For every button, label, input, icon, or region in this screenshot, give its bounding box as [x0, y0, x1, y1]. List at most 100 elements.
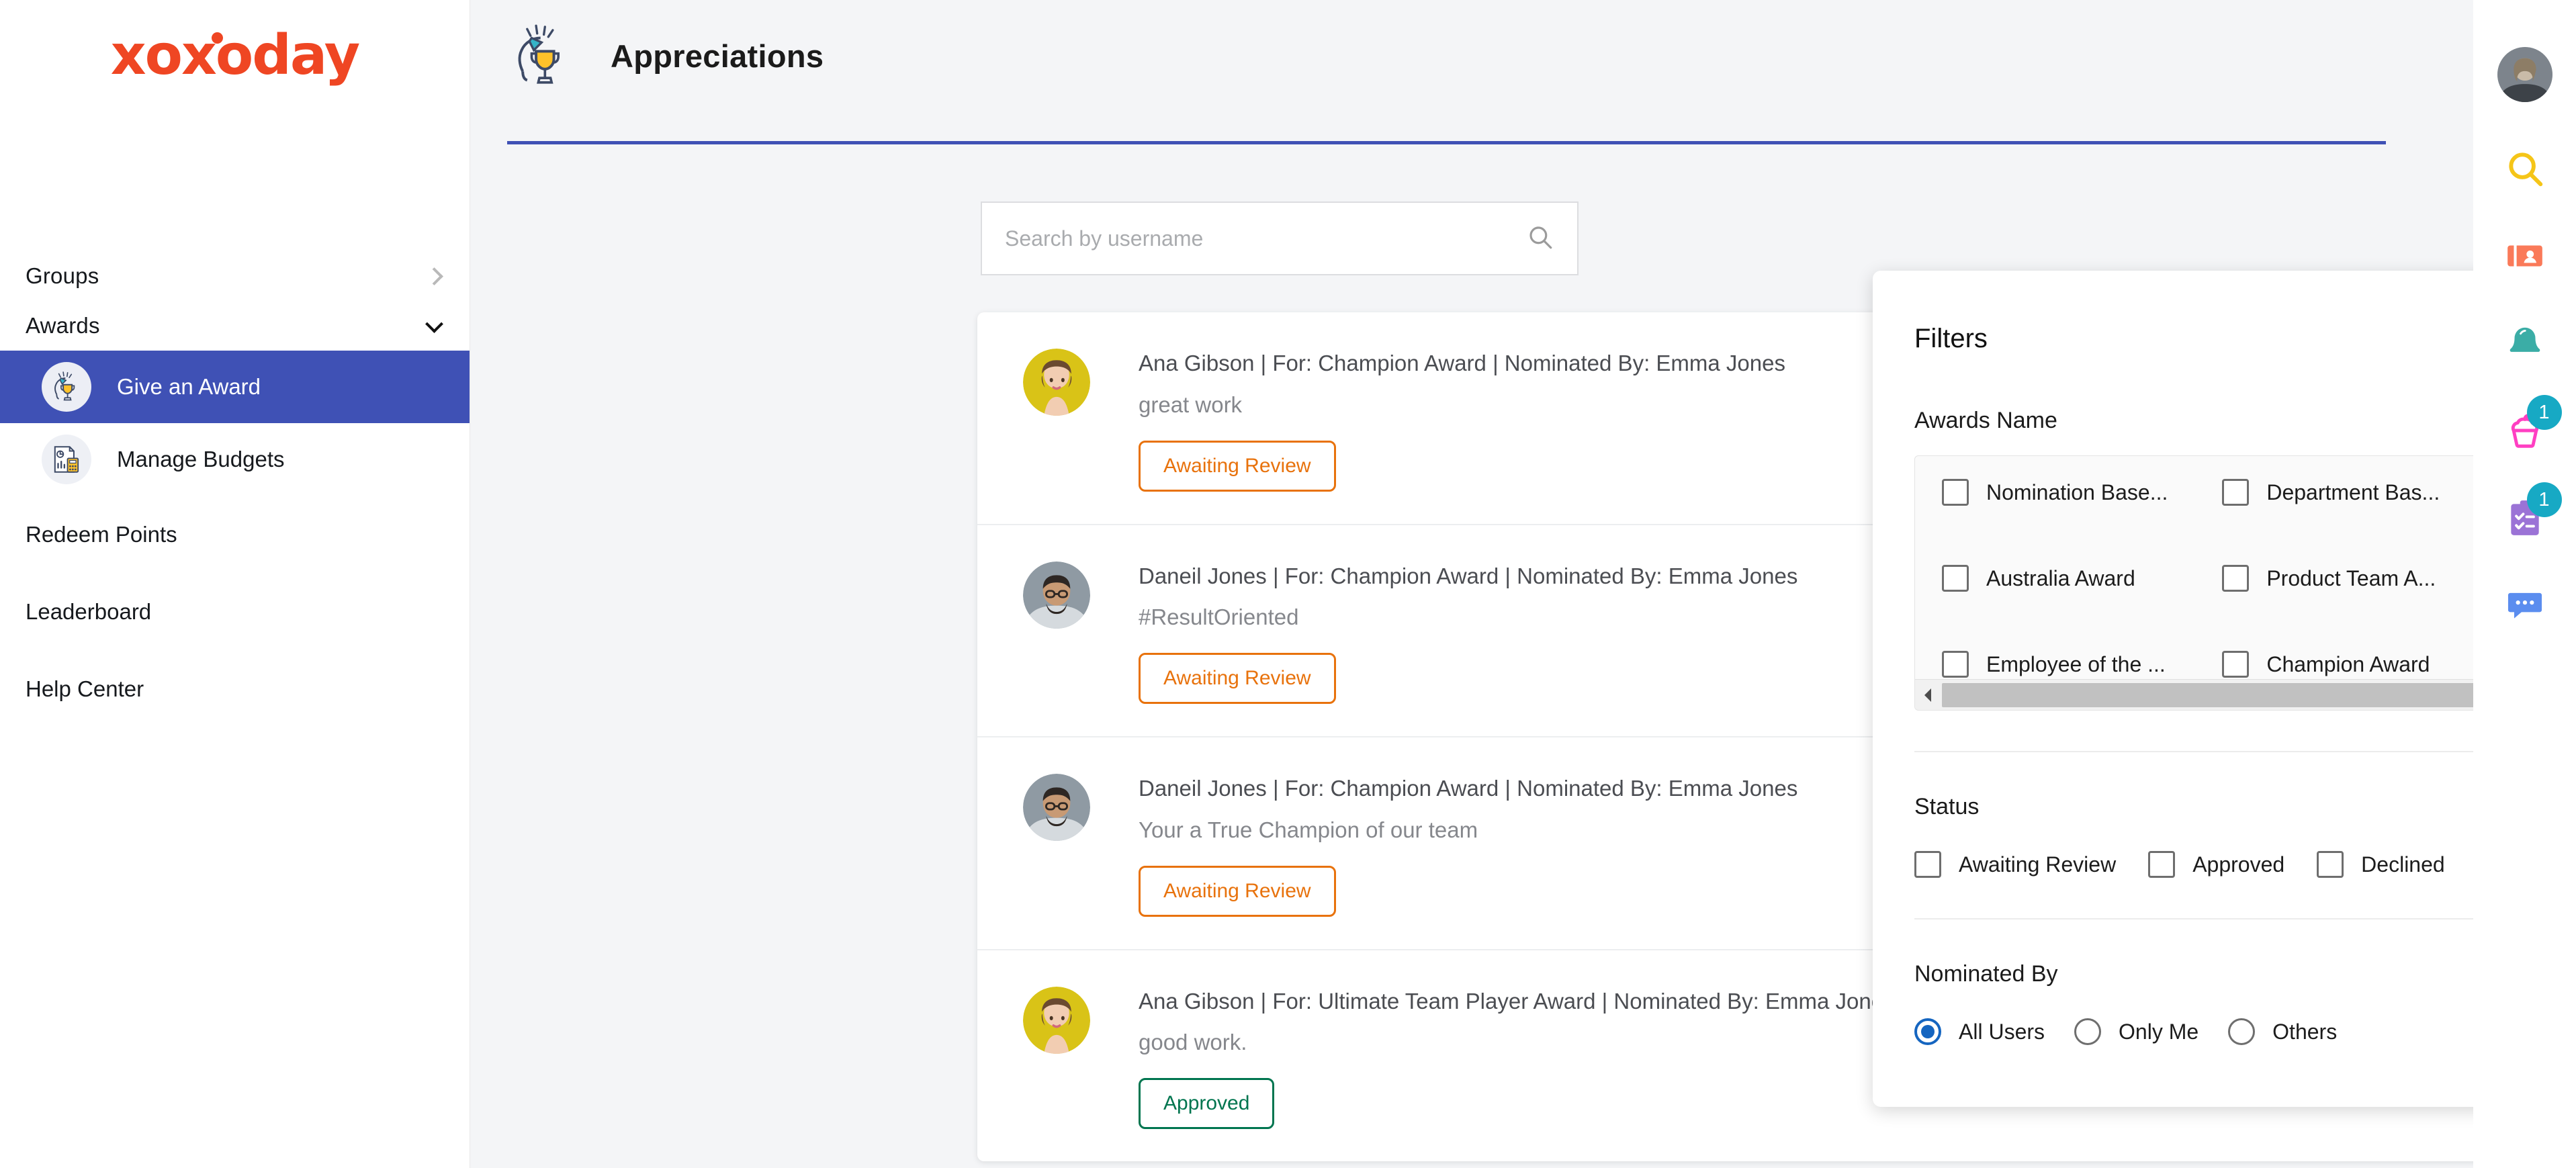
notification-badge: 1	[2526, 395, 2562, 430]
nominated-by-radio-label: Others	[2272, 1019, 2338, 1044]
awards-checkbox-label: Department Bas...	[2266, 480, 2440, 504]
page-title: Appreciations	[611, 38, 824, 74]
nominated-by-radio-item[interactable]: All Users	[1914, 1018, 2045, 1045]
chevron-down-icon	[427, 317, 444, 334]
sidebar-item-awards-label: Awards	[26, 313, 100, 338]
search-icon[interactable]	[2499, 148, 2551, 189]
checklist-icon[interactable]: 1	[2499, 482, 2562, 539]
budget-report-icon	[42, 435, 91, 484]
status-checkbox-item[interactable]: Approved	[2148, 851, 2284, 878]
checkbox-icon[interactable]	[1942, 565, 1969, 592]
header-divider	[507, 141, 2386, 144]
award-head-trophy-icon	[42, 362, 91, 412]
status-checkbox-item[interactable]: Awaiting Review	[1914, 851, 2116, 878]
contact-card-icon[interactable]	[2499, 235, 2551, 277]
bell-icon[interactable]	[2499, 322, 2551, 364]
awards-checkbox-label: Product Team A...	[2266, 566, 2436, 590]
radio-icon[interactable]	[2074, 1018, 2102, 1045]
radio-icon[interactable]	[2228, 1018, 2256, 1045]
sidebar-item-help-center[interactable]: Help Center	[0, 650, 470, 727]
status-checkbox-label: Awaiting Review	[1959, 852, 2117, 877]
awards-checkbox-item[interactable]: Employee of the ...	[1942, 651, 2222, 678]
nominated-by-radio-label: All Users	[1959, 1019, 2045, 1044]
awards-checkbox-label: Nomination Base...	[1986, 480, 2168, 504]
status-badge[interactable]: Awaiting Review	[1139, 865, 1336, 917]
app-root: xoxoday Groups Awards Give an Award Mana…	[0, 0, 2576, 1168]
right-rail: 1 1	[2473, 0, 2576, 1168]
sidebar-item-give-an-award[interactable]: Give an Award	[0, 351, 470, 423]
search-input[interactable]	[1005, 226, 1526, 251]
filter-divider	[1914, 751, 2473, 752]
horizontal-scroll-thumb[interactable]	[1942, 682, 2473, 707]
checkbox-icon[interactable]	[1942, 651, 1969, 678]
brand-logo[interactable]: xoxoday	[0, 0, 470, 83]
status-options: Awaiting Review Approved Declined	[1914, 851, 2473, 878]
status-checkbox-label: Declined	[2361, 852, 2445, 877]
sidebar-item-groups[interactable]: Groups	[0, 251, 470, 301]
award-head-trophy-icon	[507, 20, 578, 91]
checkbox-icon[interactable]	[2148, 851, 2176, 878]
status-badge[interactable]: Awaiting Review	[1139, 440, 1336, 492]
nominated-by-radio-label: Only Me	[2119, 1019, 2199, 1044]
search-icon[interactable]	[1526, 223, 1554, 255]
awards-checkbox-item[interactable]: Nomination Base...	[1942, 479, 2222, 506]
daneil-jones-avatar	[1023, 561, 1090, 629]
chevron-right-icon	[427, 267, 444, 285]
awards-name-grid: Nomination Base... Department Bas... Dep…	[1915, 456, 2473, 678]
logo-dot	[211, 32, 223, 44]
avatar[interactable]	[2497, 47, 2552, 102]
scroll-left-arrow-icon[interactable]	[1915, 680, 1941, 711]
main-content: Appreciations APPRECIATE	[470, 0, 2473, 1168]
page-header: Appreciations	[470, 0, 2473, 91]
chat-icon[interactable]	[2499, 584, 2551, 626]
awards-name-list[interactable]: Nomination Base... Department Bas... Dep…	[1914, 455, 2473, 711]
awards-checkbox-item[interactable]: Champion Award	[2222, 651, 2473, 678]
checkbox-icon[interactable]	[2317, 851, 2344, 878]
checkbox-icon[interactable]	[2222, 565, 2250, 592]
radio-icon[interactable]	[1914, 1018, 1941, 1045]
daneil-jones-avatar	[1023, 774, 1090, 842]
sidebar-item-leaderboard-label: Leaderboard	[26, 598, 152, 624]
nominated-by-radio-item[interactable]: Others	[2228, 1018, 2337, 1045]
sidebar-item-groups-label: Groups	[26, 263, 99, 288]
checkbox-icon[interactable]	[2222, 479, 2250, 506]
notification-badge: 1	[2526, 482, 2562, 517]
checkbox-icon[interactable]	[1914, 851, 1941, 878]
awards-list-horizontal-scrollbar[interactable]	[1915, 679, 2473, 710]
filter-divider	[1914, 918, 2473, 919]
nominated-by-radio-item[interactable]: Only Me	[2074, 1018, 2199, 1045]
sidebar-item-leaderboard[interactable]: Leaderboard	[0, 573, 470, 650]
checkbox-icon[interactable]	[1942, 479, 1969, 506]
awards-checkbox-label: Australia Award	[1986, 566, 2135, 590]
status-checkbox-item[interactable]: Declined	[2317, 851, 2445, 878]
sidebar-item-awards[interactable]: Awards	[0, 301, 470, 351]
awards-checkbox-item[interactable]: Product Team A...	[2222, 565, 2473, 592]
status-checkbox-label: Approved	[2192, 852, 2285, 877]
sidebar-item-give-an-award-label: Give an Award	[117, 374, 261, 399]
awards-checkbox-item[interactable]: Australia Award	[1942, 565, 2222, 592]
awards-name-label: Awards Name	[1914, 408, 2057, 433]
left-sidebar: xoxoday Groups Awards Give an Award Mana…	[0, 0, 470, 1168]
search-box[interactable]	[981, 201, 1579, 275]
awards-checkbox-item[interactable]: Department Bas...	[2222, 479, 2473, 506]
status-badge[interactable]: Approved	[1139, 1078, 1275, 1130]
filter-panel-title: Filters	[1914, 323, 1988, 353]
sidebar-item-manage-budgets-label: Manage Budgets	[117, 447, 285, 471]
cupcake-icon[interactable]: 1	[2499, 395, 2562, 451]
checkbox-icon[interactable]	[2222, 651, 2250, 678]
sidebar-item-manage-budgets[interactable]: Manage Budgets	[0, 423, 470, 496]
awards-checkbox-label: Employee of the ...	[1986, 652, 2166, 676]
sidebar-nav: Groups Awards Give an Award Manage Budge…	[0, 251, 470, 727]
awards-checkbox-label: Champion Award	[2266, 652, 2430, 676]
sidebar-item-redeem-points-label: Redeem Points	[26, 521, 177, 547]
status-badge[interactable]: Awaiting Review	[1139, 653, 1336, 705]
sidebar-item-help-center-label: Help Center	[26, 676, 144, 701]
brand-logo-text: xoxoday	[110, 24, 360, 87]
filter-panel: Filters RESET APPLY Awards Name Nominati…	[1873, 271, 2473, 1107]
filter-panel-header: Filters RESET APPLY	[1914, 271, 2473, 366]
sidebar-item-redeem-points[interactable]: Redeem Points	[0, 496, 470, 573]
ana-gibson-avatar	[1023, 986, 1090, 1054]
nominated-by-label: Nominated By	[1914, 961, 2058, 987]
status-label: Status	[1914, 794, 1980, 819]
ana-gibson-avatar	[1023, 349, 1090, 416]
